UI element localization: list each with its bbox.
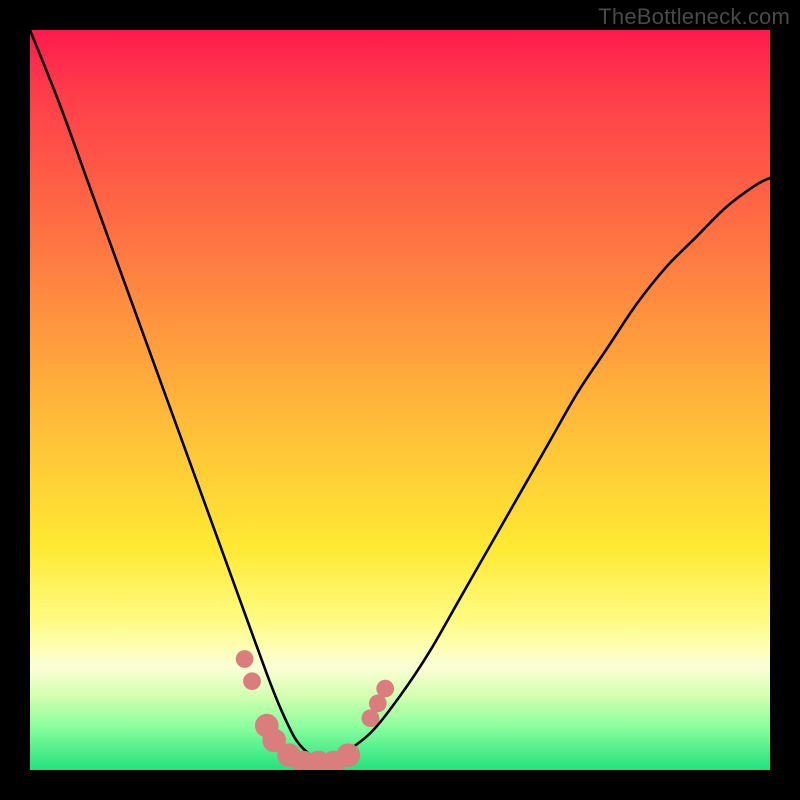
curve-marker bbox=[336, 743, 360, 767]
chart-plot-area bbox=[30, 30, 770, 770]
chart-frame: TheBottleneck.com bbox=[0, 0, 800, 800]
bottleneck-curve bbox=[30, 30, 770, 763]
curve-marker bbox=[236, 650, 254, 668]
chart-svg bbox=[30, 30, 770, 770]
curve-markers bbox=[236, 650, 394, 770]
curve-marker bbox=[376, 680, 394, 698]
curve-marker bbox=[243, 672, 261, 690]
attribution-label: TheBottleneck.com bbox=[598, 4, 790, 30]
